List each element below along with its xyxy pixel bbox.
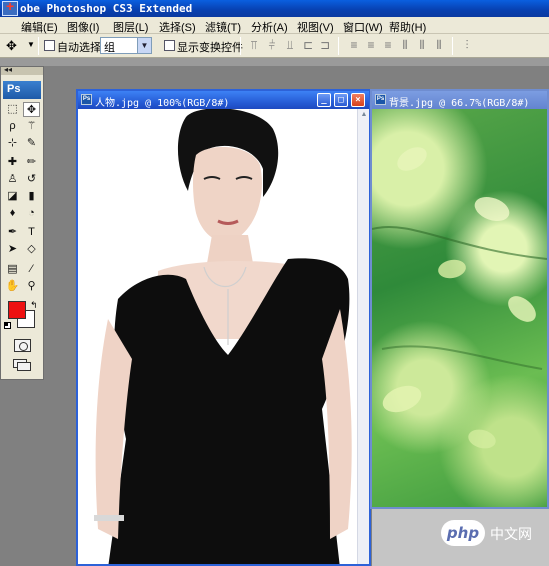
distribute-top-icon[interactable]: ≡ (347, 38, 361, 52)
align-vcenter-icon[interactable]: ⫩ (265, 38, 279, 52)
clone-stamp-icon[interactable]: ♙ (4, 172, 21, 187)
auto-select-value: 组 (104, 42, 115, 54)
photoshop-app: obe Photoshop CS3 Extended 编辑(E) 图像(I) 图… (0, 0, 549, 566)
close-button[interactable]: × (351, 93, 365, 107)
options-bar: ✥ ▼ 自动选择: 组 ▼ 显示变换控件 ⫪ ⫩ ⫫ ⊏ ⊐ ≡ ≡ ≡ ⫴ ⫴… (0, 34, 549, 58)
slice-tool-icon[interactable]: ✎ (23, 136, 40, 151)
shape-tool-icon[interactable]: ◇ (23, 242, 40, 257)
pen-tool-icon[interactable]: ✒ (4, 225, 21, 240)
document-canvas[interactable] (78, 109, 357, 564)
document-canvas[interactable] (372, 109, 547, 507)
menu-analysis[interactable]: 分析(A) (251, 19, 288, 35)
collapse-icon[interactable]: ◂◂ (4, 65, 12, 74)
app-title: obe Photoshop CS3 Extended (20, 2, 193, 15)
eraser-tool-icon[interactable]: ◪ (4, 189, 21, 204)
ps-logo[interactable]: Ps (3, 81, 41, 99)
distribute-vcenter-icon[interactable]: ≡ (364, 38, 378, 52)
scroll-up-icon[interactable]: ▲ (359, 111, 369, 121)
blur-tool-icon[interactable]: ♦ (4, 206, 21, 221)
watermark-text: 中文网 (490, 526, 532, 542)
minimize-button[interactable]: _ (317, 93, 331, 107)
distribute-right-icon[interactable]: ⫴ (432, 38, 446, 52)
type-tool-icon[interactable]: T (23, 225, 40, 240)
dock-strip (0, 58, 549, 66)
align-top-icon[interactable]: ⫪ (247, 38, 261, 52)
crop-tool-icon[interactable]: ⊹ (4, 136, 21, 151)
document-icon: Ps (375, 94, 386, 105)
auto-select-label: 自动选择: (57, 42, 105, 54)
marquee-tool-icon[interactable]: ⬚ (4, 102, 21, 117)
vertical-scrollbar[interactable]: ▲ (357, 109, 369, 564)
portrait-image (94, 109, 352, 564)
move-tool-icon[interactable]: ✥ (23, 102, 40, 117)
swap-colors-icon[interactable]: ↰ (30, 300, 38, 311)
menu-image[interactable]: 图像(I) (67, 19, 99, 35)
healing-brush-icon[interactable]: ✚ (4, 155, 21, 170)
document-title-bar[interactable]: Ps 人物.jpg @ 100%(RGB/8#) _ □ × (78, 91, 369, 109)
lasso-tool-icon[interactable]: ρ (4, 119, 21, 134)
path-select-icon[interactable]: ➤ (4, 242, 21, 257)
document-window-person[interactable]: Ps 人物.jpg @ 100%(RGB/8#) _ □ × ▲ (76, 89, 371, 566)
magic-wand-tool-icon[interactable]: ⚚ (23, 119, 40, 134)
move-tool-icon[interactable]: ✥ (6, 38, 17, 54)
menu-layer[interactable]: 图层(L) (113, 19, 148, 35)
separator (240, 37, 241, 55)
distribute-left-icon[interactable]: ⫴ (398, 38, 412, 52)
menu-filter[interactable]: 滤镜(T) (205, 19, 241, 35)
gradient-tool-icon[interactable]: ▮ (23, 189, 40, 204)
maximize-button[interactable]: □ (334, 93, 348, 107)
workspace-background: php 中文网 (372, 509, 549, 566)
default-colors-icon[interactable] (4, 322, 11, 329)
document-title: 人物.jpg @ 100%(RGB/8#) (95, 98, 230, 109)
distribute-bottom-icon[interactable]: ≡ (381, 38, 395, 52)
align-hcenter-icon[interactable]: ⊐ (318, 38, 332, 52)
app-icon[interactable] (2, 0, 18, 16)
separator (338, 37, 339, 55)
align-bottom-icon[interactable]: ⫫ (283, 38, 297, 52)
eyedropper-tool-icon[interactable]: ⁄ (23, 262, 40, 277)
history-brush-icon[interactable]: ↺ (23, 172, 40, 187)
title-bar: obe Photoshop CS3 Extended (0, 0, 549, 17)
auto-align-icon[interactable]: ⫶ (460, 38, 474, 52)
leaves-image (372, 147, 547, 449)
php-logo: php (441, 520, 485, 546)
align-left-icon[interactable]: ⊏ (301, 38, 315, 52)
foreground-color-swatch[interactable] (8, 301, 26, 319)
site-watermark: php 中文网 (441, 520, 541, 546)
chevron-down-icon[interactable]: ▼ (137, 38, 151, 53)
document-title: 背景.jpg @ 66.7%(RGB/8#) (389, 98, 530, 109)
quick-mask-icon[interactable] (14, 339, 31, 352)
notes-tool-icon[interactable]: ▤ (4, 262, 21, 277)
document-window-background[interactable]: Ps 背景.jpg @ 66.7%(RGB/8#) (370, 89, 549, 509)
menu-window[interactable]: 窗口(W) (343, 19, 383, 35)
show-transform-label: 显示变换控件 (177, 42, 243, 54)
auto-select-checkbox[interactable] (44, 40, 55, 51)
menu-select[interactable]: 选择(S) (159, 19, 196, 35)
hand-tool-icon[interactable]: ✋ (4, 279, 21, 294)
brush-tool-icon[interactable]: ✏ (23, 155, 40, 170)
dodge-tool-icon[interactable]: ◔ (23, 206, 40, 221)
auto-select-dropdown[interactable]: 组 ▼ (100, 37, 152, 54)
separator (452, 37, 453, 55)
toolbox: ◂◂ Ps ⬚ ✥ ρ ⚚ ⊹ ✎ ✚ ✏ ♙ ↺ ◪ ▮ ♦ ◔ ✒ T ➤ … (0, 65, 44, 380)
show-transform-checkbox[interactable] (164, 40, 175, 51)
menu-edit[interactable]: 编辑(E) (21, 19, 58, 35)
menu-bar: 编辑(E) 图像(I) 图层(L) 选择(S) 滤镜(T) 分析(A) 视图(V… (0, 17, 549, 34)
separator (38, 37, 39, 55)
menu-help[interactable]: 帮助(H) (389, 19, 426, 35)
tool-preset-chevron-icon[interactable]: ▼ (27, 40, 35, 49)
document-icon: Ps (81, 94, 92, 105)
document-title-bar[interactable]: Ps 背景.jpg @ 66.7%(RGB/8#) (372, 91, 547, 109)
menu-view[interactable]: 视图(V) (297, 19, 334, 35)
zoom-tool-icon[interactable]: ⚲ (23, 279, 40, 294)
distribute-hcenter-icon[interactable]: ⫴ (415, 38, 429, 52)
screen-mode-icon[interactable] (13, 359, 33, 372)
toolbox-header[interactable]: ◂◂ (1, 65, 43, 75)
